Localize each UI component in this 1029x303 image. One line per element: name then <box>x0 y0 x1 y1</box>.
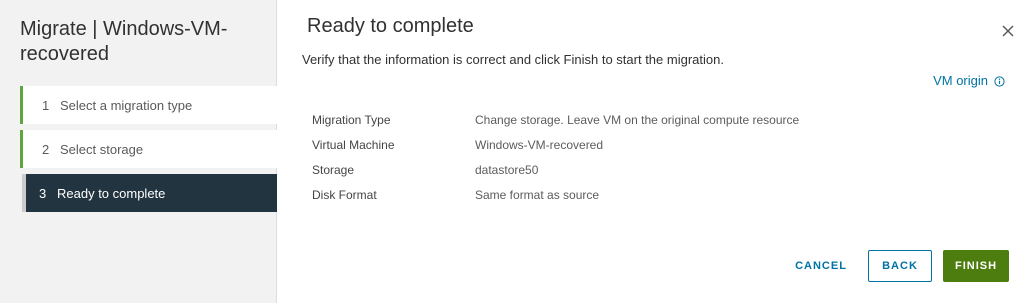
finish-button[interactable]: FINISH <box>943 250 1009 282</box>
wizard-title: Migrate | Windows-VM-recovered <box>20 18 228 65</box>
step-ready-to-complete[interactable]: 3 Ready to complete <box>22 174 277 212</box>
step-select-migration-type[interactable]: 1 Select a migration type <box>20 86 277 124</box>
wizard-content: Ready to complete Verify that the inform… <box>277 0 1029 303</box>
close-icon[interactable] <box>1001 24 1015 38</box>
summary-value: Same format as source <box>475 187 600 202</box>
wizard-steps: 1 Select a migration type 2 Select stora… <box>20 86 277 218</box>
step-label: Select storage <box>60 141 144 157</box>
summary-table: Migration Type Change storage. Leave VM … <box>312 107 799 207</box>
vm-origin-link[interactable]: VM origin <box>933 73 1005 88</box>
summary-row: Virtual Machine Windows-VM-recovered <box>312 132 799 157</box>
step-number: 3 <box>39 185 47 201</box>
summary-value: Change storage. Leave VM on the original… <box>475 112 800 127</box>
instructions-text: Verify that the information is correct a… <box>302 52 724 67</box>
summary-key: Disk Format <box>312 187 377 202</box>
page-title: Ready to complete <box>307 15 474 37</box>
summary-row: Disk Format Same format as source <box>312 182 799 207</box>
summary-row: Storage datastore50 <box>312 157 799 182</box>
summary-key: Virtual Machine <box>312 137 395 152</box>
step-label: Select a migration type <box>60 97 193 113</box>
step-number: 2 <box>42 141 50 157</box>
summary-key: Migration Type <box>312 112 391 127</box>
summary-key: Storage <box>312 162 355 177</box>
summary-value: datastore50 <box>475 162 539 177</box>
step-number: 1 <box>42 97 50 113</box>
dialog-footer: CANCEL BACK FINISH <box>788 250 1009 282</box>
summary-value: Windows-VM-recovered <box>475 137 604 152</box>
migrate-dialog: Migrate | Windows-VM-recovered 1 Select … <box>0 0 1029 303</box>
cancel-button[interactable]: CANCEL <box>788 250 854 282</box>
summary-row: Migration Type Change storage. Leave VM … <box>312 107 799 132</box>
step-label: Ready to complete <box>57 185 166 201</box>
wizard-sidebar: Migrate | Windows-VM-recovered 1 Select … <box>0 0 277 303</box>
info-icon <box>994 75 1005 87</box>
step-select-storage[interactable]: 2 Select storage <box>20 130 277 168</box>
vm-origin-label: VM origin <box>933 73 988 88</box>
back-button[interactable]: BACK <box>868 250 932 282</box>
